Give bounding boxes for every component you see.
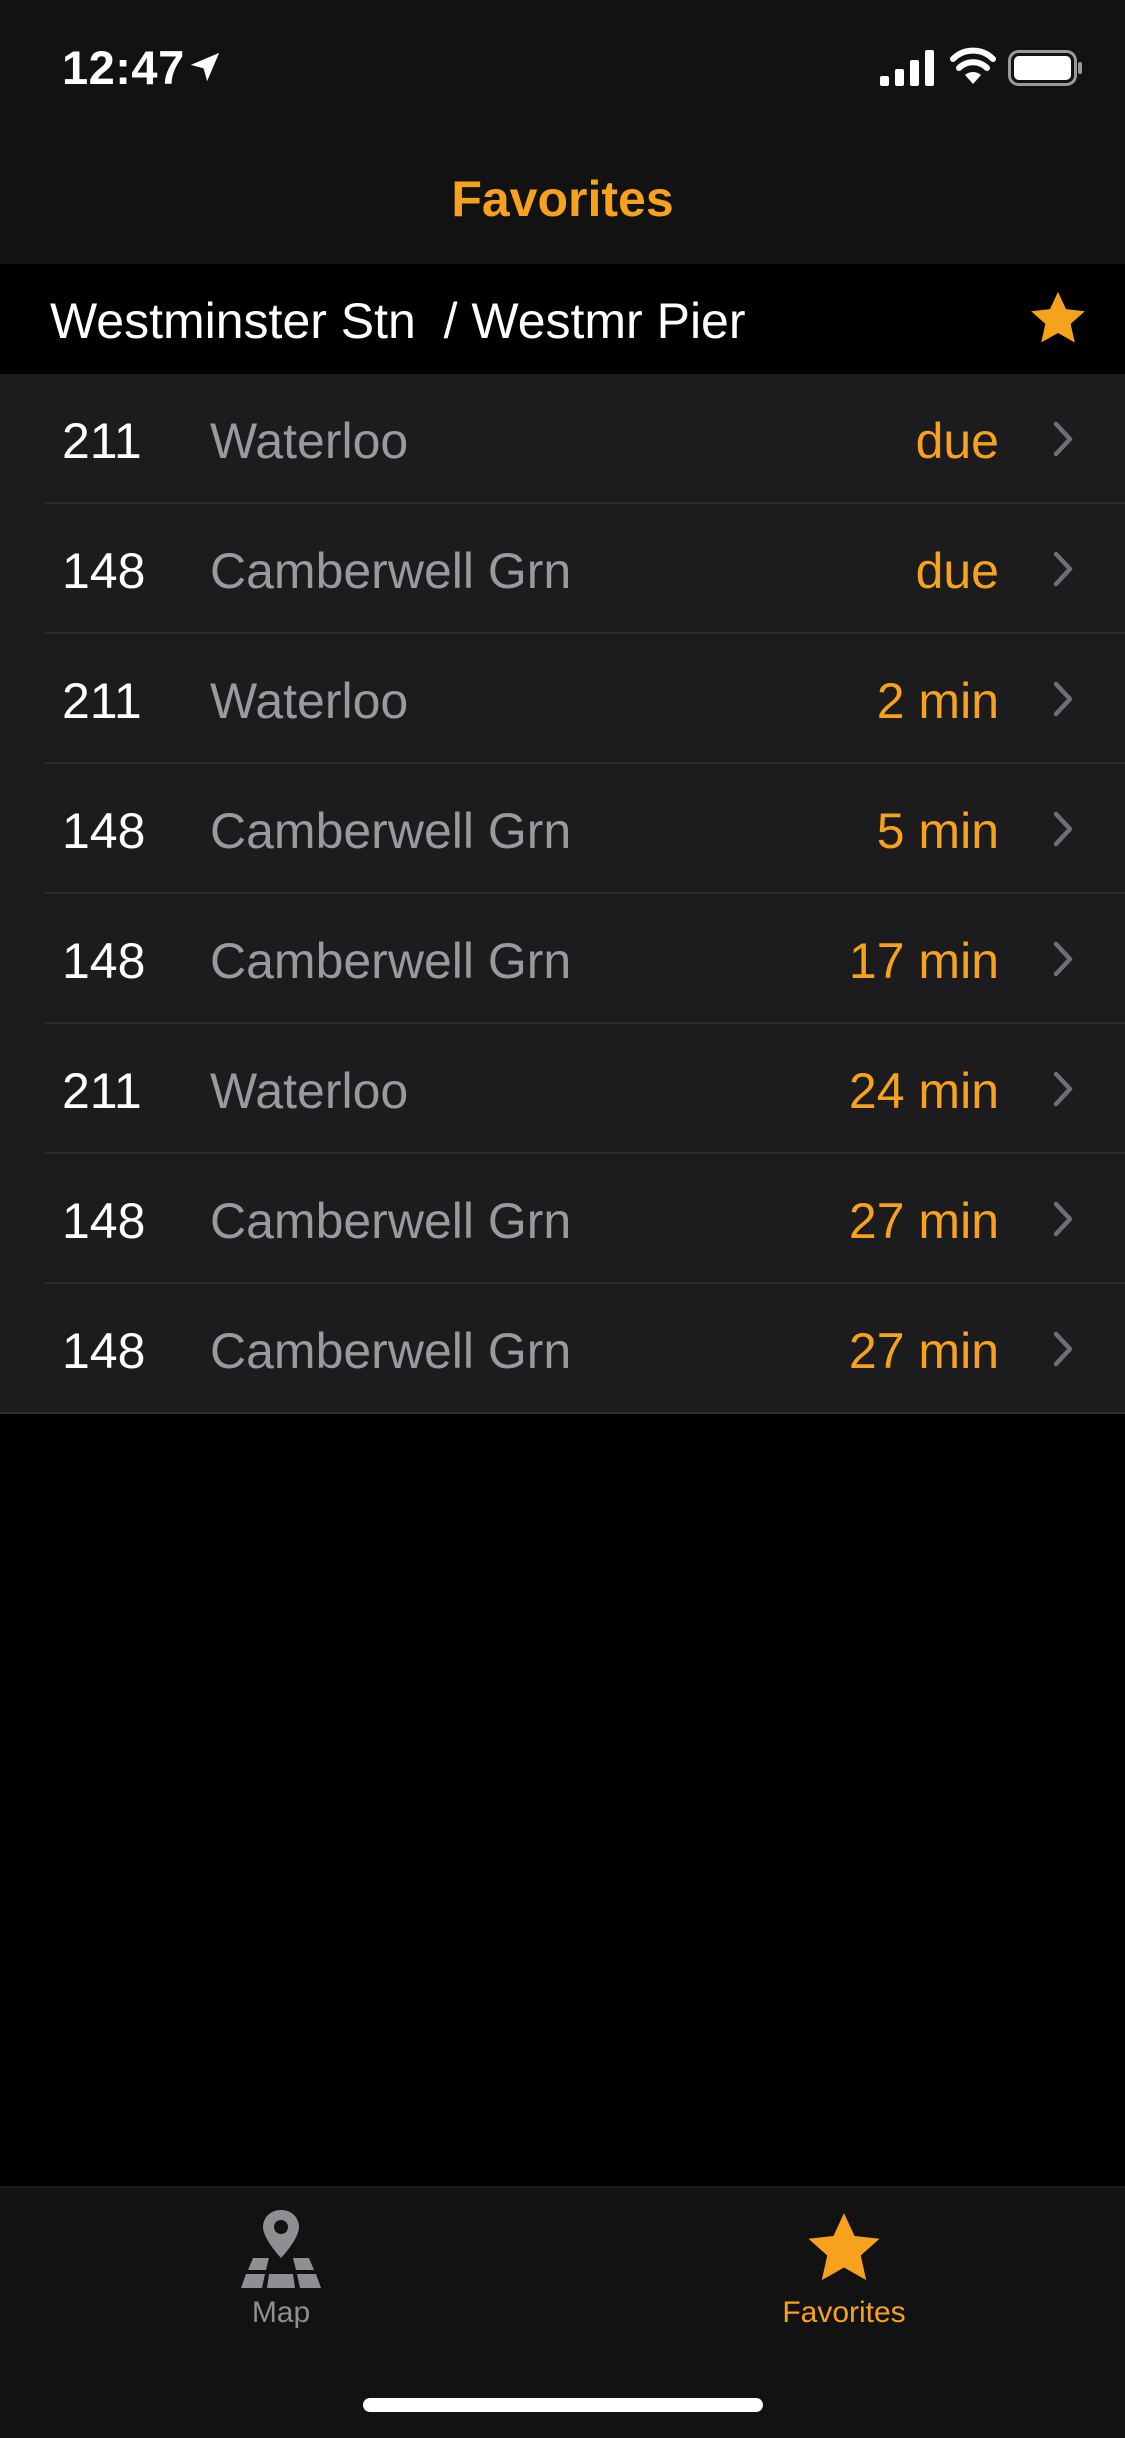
- arrival-row[interactable]: 148 Camberwell Grn 17 min: [0, 894, 1125, 1024]
- destination: Waterloo: [210, 413, 409, 469]
- chevron-right-icon: [1053, 421, 1073, 457]
- arrival-row[interactable]: 148 Camberwell Grn 27 min: [0, 1284, 1125, 1414]
- arrival-time: due: [915, 413, 999, 469]
- map-icon: [241, 2210, 321, 2288]
- location-arrow-icon: [190, 52, 220, 82]
- chevron-right-icon: [1053, 811, 1073, 847]
- route-number: 211: [62, 1063, 142, 1119]
- chevron-right-icon: [1053, 941, 1073, 977]
- battery-icon: [1008, 50, 1082, 86]
- chevron-right-icon: [1053, 1071, 1073, 1107]
- tab-favorites[interactable]: Favorites: [744, 2208, 944, 2338]
- arrival-time: due: [915, 543, 999, 599]
- route-number: 148: [62, 803, 146, 859]
- arrival-row[interactable]: 211 Waterloo 2 min: [0, 634, 1125, 764]
- tab-map-label: Map: [251, 2296, 311, 2329]
- navigation-bar: Favorites: [0, 132, 1125, 264]
- route-number: 211: [62, 413, 142, 469]
- chevron-right-icon: [1053, 1201, 1073, 1237]
- tab-map[interactable]: Map: [181, 2208, 381, 2338]
- wifi-icon: [950, 47, 996, 84]
- chevron-right-icon: [1053, 1331, 1073, 1367]
- arrival-time: 5 min: [876, 803, 999, 859]
- arrival-row[interactable]: 211 Waterloo due: [0, 374, 1125, 504]
- route-number: 148: [62, 1193, 146, 1249]
- arrival-time: 24 min: [848, 1063, 999, 1119]
- route-number: 148: [62, 543, 146, 599]
- destination: Camberwell Grn: [210, 1193, 572, 1249]
- destination: Camberwell Grn: [210, 543, 572, 599]
- chevron-right-icon: [1053, 551, 1073, 587]
- status-time: 12:47: [62, 41, 185, 94]
- destination: Waterloo: [210, 1063, 409, 1119]
- destination: Camberwell Grn: [210, 803, 572, 859]
- star-icon: [808, 2213, 880, 2281]
- arrival-row[interactable]: 148 Camberwell Grn 5 min: [0, 764, 1125, 894]
- destination: Camberwell Grn: [210, 1323, 572, 1379]
- page-title: Favorites: [451, 171, 674, 227]
- destination: Camberwell Grn: [210, 933, 572, 989]
- status-bar: 12:47: [0, 0, 1125, 132]
- route-number: 211: [62, 673, 142, 729]
- chevron-right-icon: [1053, 681, 1073, 717]
- arrival-row[interactable]: 148 Camberwell Grn due: [0, 504, 1125, 634]
- favorite-star-icon[interactable]: [1026, 288, 1090, 350]
- destination: Waterloo: [210, 673, 409, 729]
- arrival-time: 27 min: [848, 1193, 999, 1249]
- route-number: 148: [62, 933, 146, 989]
- cellular-signal-icon: [880, 50, 934, 86]
- arrival-row[interactable]: 211 Waterloo 24 min: [0, 1024, 1125, 1154]
- tab-favorites-label: Favorites: [782, 2296, 906, 2329]
- stop-name: Westminster Stn / Westmr Pier: [50, 293, 746, 349]
- route-number: 148: [62, 1323, 146, 1379]
- arrival-time: 17 min: [848, 933, 999, 989]
- stop-section-header: Westminster Stn / Westmr Pier: [0, 264, 1125, 374]
- arrivals-list: 211 Waterloo due 148 Camberwell Grn due …: [0, 374, 1125, 1414]
- home-indicator[interactable]: [363, 2398, 763, 2412]
- arrival-row[interactable]: 148 Camberwell Grn 27 min: [0, 1154, 1125, 1284]
- arrival-time: 2 min: [876, 673, 999, 729]
- arrival-time: 27 min: [848, 1323, 999, 1379]
